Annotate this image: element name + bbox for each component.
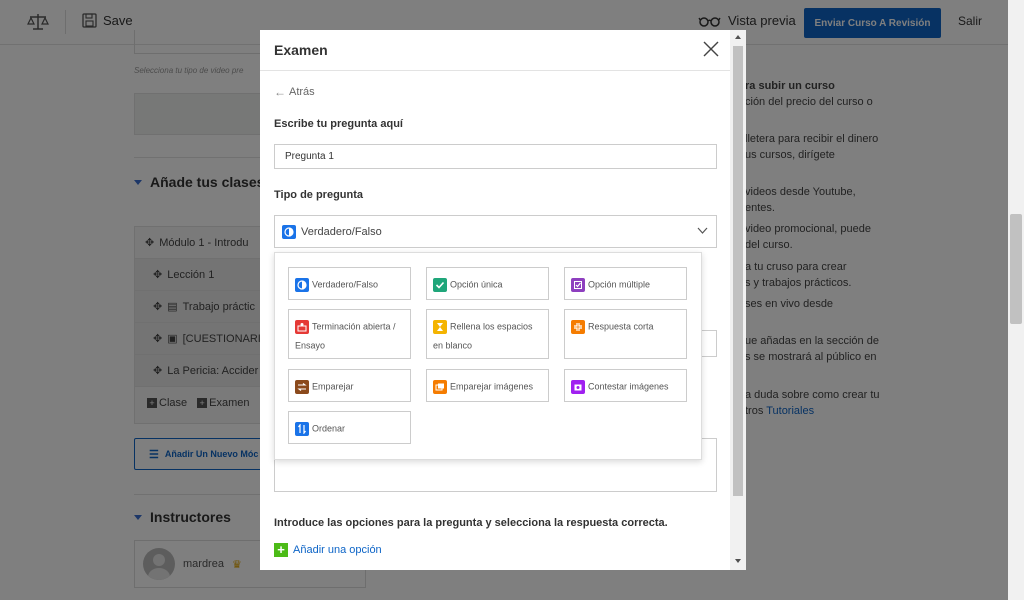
modal-scrollbar-thumb[interactable] xyxy=(733,46,743,496)
type-option-label: Terminación abierta / Ensayo xyxy=(295,321,396,351)
question-type-label: Tipo de pregunta xyxy=(274,189,364,201)
answer-options-label: Introduce las opciones para la pregunta … xyxy=(274,517,668,529)
back-label: Atrás xyxy=(289,86,315,98)
modal-title: Examen xyxy=(274,42,328,58)
type-option-label: Respuesta corta xyxy=(588,321,654,332)
type-option-label: Opción múltiple xyxy=(588,279,651,290)
type-option-label: Verdadero/Falso xyxy=(312,279,379,290)
type-option-label: Contestar imágenes xyxy=(588,381,669,392)
question-type-dropdown: Verdadero/Falso Opción única Opción múlt… xyxy=(274,252,702,460)
modal-scrollbar[interactable] xyxy=(730,30,746,570)
page-scrollbar-thumb[interactable] xyxy=(1010,214,1022,324)
type-option-image-answering[interactable]: Contestar imágenes xyxy=(564,369,687,402)
ordering-icon xyxy=(295,421,309,436)
type-option-multiple-choice[interactable]: Opción múltiple xyxy=(564,267,687,300)
add-option-label: Añadir una opción xyxy=(293,544,382,556)
short-answer-icon xyxy=(571,319,585,334)
type-option-label: Rellena los espacios en blanco xyxy=(433,321,533,351)
type-option-label: Opción única xyxy=(450,279,503,290)
type-option-matching[interactable]: Emparejar xyxy=(288,369,411,402)
image-matching-icon xyxy=(433,379,447,394)
multiple-choice-icon xyxy=(571,277,585,292)
type-option-short-answer[interactable]: Respuesta corta xyxy=(564,309,687,359)
single-choice-icon xyxy=(433,277,447,292)
type-option-image-matching[interactable]: Emparejar imágenes xyxy=(426,369,549,402)
selected-type-label: Verdadero/Falso xyxy=(301,225,382,238)
arrow-left-icon: ← xyxy=(274,85,286,99)
chevron-down-icon xyxy=(697,227,708,234)
matching-icon xyxy=(295,379,309,394)
close-icon[interactable] xyxy=(700,38,722,60)
type-option-label: Emparejar xyxy=(312,381,354,392)
page-scrollbar[interactable] xyxy=(1008,0,1024,600)
question-type-select[interactable]: Verdadero/Falso xyxy=(274,215,717,248)
question-label: Escribe tu pregunta aquí xyxy=(274,118,403,130)
scroll-down-arrow-icon[interactable] xyxy=(735,559,741,563)
type-option-label: Emparejar imágenes xyxy=(450,381,534,392)
open-ended-icon xyxy=(295,319,309,334)
plus-icon: + xyxy=(274,543,288,557)
scroll-up-arrow-icon[interactable] xyxy=(735,35,741,39)
type-option-open-ended[interactable]: Terminación abierta / Ensayo xyxy=(288,309,411,359)
image-answering-icon xyxy=(571,379,585,394)
type-option-true-false[interactable]: Verdadero/Falso xyxy=(288,267,411,300)
type-option-single-choice[interactable]: Opción única xyxy=(426,267,549,300)
true-false-icon xyxy=(282,224,296,239)
type-option-label: Ordenar xyxy=(312,423,346,434)
add-option-button[interactable]: + Añadir una opción xyxy=(274,543,382,557)
fill-blanks-icon xyxy=(433,319,447,334)
true-false-icon xyxy=(295,277,309,292)
partially-hidden-field[interactable] xyxy=(702,330,717,357)
question-input[interactable]: Pregunta 1 xyxy=(274,144,717,169)
back-link[interactable]: ← Atrás xyxy=(274,85,315,99)
type-option-fill-blanks[interactable]: Rellena los espacios en blanco xyxy=(426,309,549,359)
exam-question-modal: Examen ← Atrás Escribe tu pregunta aquí … xyxy=(260,30,746,570)
type-option-ordering[interactable]: Ordenar xyxy=(288,411,411,444)
modal-header: Examen xyxy=(260,30,730,71)
